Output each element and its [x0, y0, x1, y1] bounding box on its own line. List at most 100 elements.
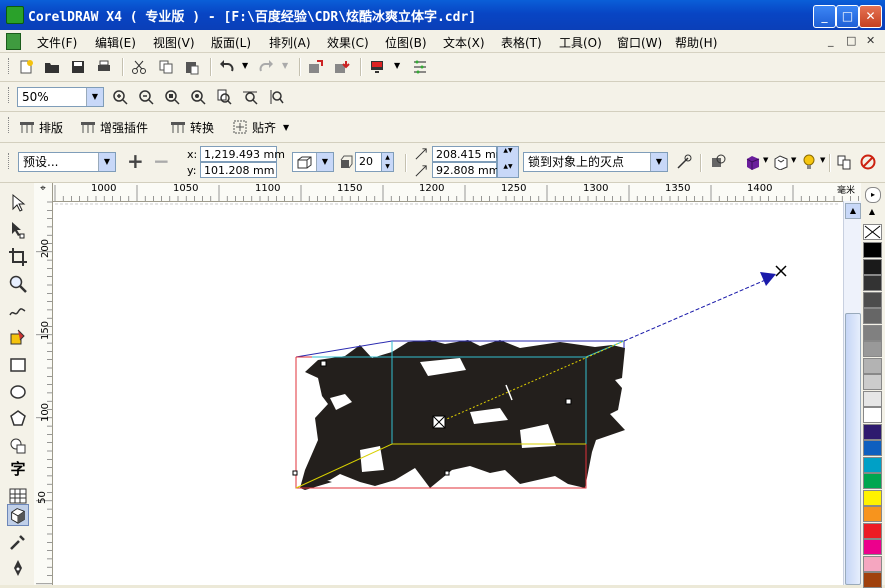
zoom-in-icon[interactable] [112, 89, 128, 105]
y-position-field[interactable]: 101.208 mm [200, 162, 277, 178]
rectangle-tool-icon[interactable] [8, 355, 28, 375]
add-preset-button[interactable]: + [127, 149, 144, 173]
color-swatch[interactable] [863, 374, 882, 390]
toolbar-grip[interactable] [8, 58, 12, 74]
print-icon[interactable] [96, 59, 112, 75]
minimize-button[interactable]: _ [813, 5, 836, 28]
menu-file[interactable]: 文件(F) [37, 34, 77, 51]
zoom-out-icon[interactable] [138, 89, 154, 105]
horizontal-ruler[interactable]: 1000 1050 1100 1150 1200 1250 1300 1350 … [34, 183, 861, 202]
menu-table[interactable]: 表格(T) [501, 34, 542, 51]
plugin-layout-label[interactable]: 排版 [39, 119, 63, 136]
redo-dropdown-arrow-icon[interactable]: ▼ [282, 61, 288, 70]
toolbar-grip[interactable] [8, 87, 12, 103]
copy-extrusion-properties-icon[interactable] [836, 154, 852, 170]
vanishing-point-properties-icon[interactable] [676, 154, 692, 170]
menu-view[interactable]: 视图(V) [153, 34, 195, 51]
ellipse-tool-icon[interactable] [8, 382, 28, 402]
outline-pen-icon[interactable] [8, 558, 28, 578]
menu-layout[interactable]: 版面(L) [211, 34, 251, 51]
extrude-bevel-dropdown-icon[interactable]: ▼ [791, 156, 796, 164]
color-swatch[interactable] [863, 456, 882, 473]
export-icon[interactable] [334, 59, 350, 75]
smart-fill-icon[interactable] [8, 328, 28, 348]
menu-arrange[interactable]: 排列(A) [269, 34, 311, 51]
extruded-text-drawing[interactable] [53, 202, 843, 585]
color-swatch[interactable] [863, 572, 882, 588]
toolbar-grip[interactable] [8, 153, 12, 169]
color-swatch[interactable] [863, 324, 882, 341]
options-icon[interactable] [412, 59, 428, 75]
plugin-convert-label[interactable]: 转换 [190, 119, 214, 136]
color-swatch[interactable] [863, 407, 882, 423]
crop-tool-icon[interactable] [8, 247, 28, 267]
extrude-lighting-icon[interactable] [801, 154, 817, 170]
extrude-color-dropdown-icon[interactable]: ▼ [763, 156, 768, 164]
color-swatch[interactable] [863, 423, 882, 440]
chevron-down-icon[interactable]: ▼ [86, 88, 103, 106]
drawing-canvas[interactable] [53, 202, 843, 585]
no-fill-swatch[interactable] [863, 224, 882, 240]
color-swatch[interactable] [863, 258, 882, 275]
color-swatch[interactable] [863, 539, 882, 555]
menu-text[interactable]: 文本(X) [443, 34, 485, 51]
vanishing-point-x-field[interactable]: 208.415 mm [432, 146, 506, 162]
chevron-down-icon[interactable]: ▼ [98, 153, 115, 171]
shape-tool-icon[interactable] [8, 220, 28, 240]
extrude-rotation-icon[interactable] [710, 154, 726, 170]
pick-tool-icon[interactable] [8, 193, 28, 213]
color-swatch[interactable] [863, 390, 882, 407]
color-swatch[interactable] [863, 341, 882, 357]
table-tool-icon[interactable] [8, 486, 28, 506]
basic-shapes-icon[interactable] [8, 436, 28, 456]
zoom-to-all-objects-icon[interactable] [190, 89, 206, 105]
undo-icon[interactable] [219, 59, 235, 75]
menu-bitmaps[interactable]: 位图(B) [385, 34, 427, 51]
application-launcher-icon[interactable] [369, 59, 385, 75]
snap-plugin-icon[interactable] [232, 119, 248, 135]
save-icon[interactable] [70, 59, 86, 75]
palette-up-arrow-icon[interactable]: ▲ [865, 207, 879, 217]
depth-spinner[interactable]: ▲ ▼ [381, 152, 394, 172]
chevron-down-icon[interactable]: ▼ [650, 153, 667, 171]
color-swatch[interactable] [863, 275, 882, 291]
layout-plugin-icon[interactable] [19, 119, 35, 135]
zoom-level-select[interactable]: 50% ▼ [17, 87, 104, 107]
enhance-plugin-icon[interactable] [80, 119, 96, 135]
toolbar-grip[interactable] [8, 117, 12, 133]
scroll-thumb[interactable] [845, 313, 861, 585]
color-swatch[interactable] [863, 489, 882, 506]
color-swatch[interactable] [863, 473, 882, 489]
zoom-to-selected-icon[interactable] [164, 89, 180, 105]
copy-icon[interactable] [158, 59, 174, 75]
color-swatch[interactable] [863, 522, 882, 539]
redo-icon[interactable] [258, 59, 274, 75]
extrude-tool-icon[interactable] [7, 504, 29, 526]
vanishing-point-spinners[interactable]: ▲▼ ▲▼ [497, 146, 519, 178]
preset-select[interactable]: 预设... ▼ [18, 152, 116, 172]
zoom-to-page-icon[interactable] [216, 89, 232, 105]
color-swatch[interactable] [863, 291, 882, 308]
extrude-color-icon[interactable] [745, 154, 761, 170]
document-icon[interactable] [6, 33, 21, 50]
launcher-dropdown-arrow-icon[interactable]: ▼ [394, 61, 400, 70]
zoom-tool-icon[interactable] [8, 274, 28, 294]
plugin-enhance-label[interactable]: 增强插件 [100, 119, 148, 136]
zoom-to-page-width-icon[interactable] [242, 89, 258, 105]
undo-dropdown-arrow-icon[interactable]: ▼ [242, 61, 248, 70]
clear-extrude-icon[interactable] [860, 154, 876, 170]
open-folder-icon[interactable] [44, 59, 60, 75]
vanishing-point-mode-select[interactable]: 锁到对象上的灭点 ▼ [523, 152, 668, 172]
doc-minimize-button[interactable]: _ [828, 34, 834, 47]
menu-effects[interactable]: 效果(C) [327, 34, 369, 51]
paste-icon[interactable] [184, 59, 200, 75]
chevron-down-icon[interactable]: ▼ [316, 153, 333, 171]
eyedropper-tool-icon[interactable] [8, 532, 28, 552]
x-position-field[interactable]: 1,219.493 mm [200, 146, 285, 162]
zoom-to-page-height-icon[interactable] [268, 89, 284, 105]
color-swatch[interactable] [863, 357, 882, 374]
menu-window[interactable]: 窗口(W) [617, 34, 662, 51]
text-tool-icon[interactable]: 字 [8, 459, 28, 479]
depth-field[interactable]: 20 [355, 152, 382, 172]
color-swatch[interactable] [863, 555, 882, 572]
